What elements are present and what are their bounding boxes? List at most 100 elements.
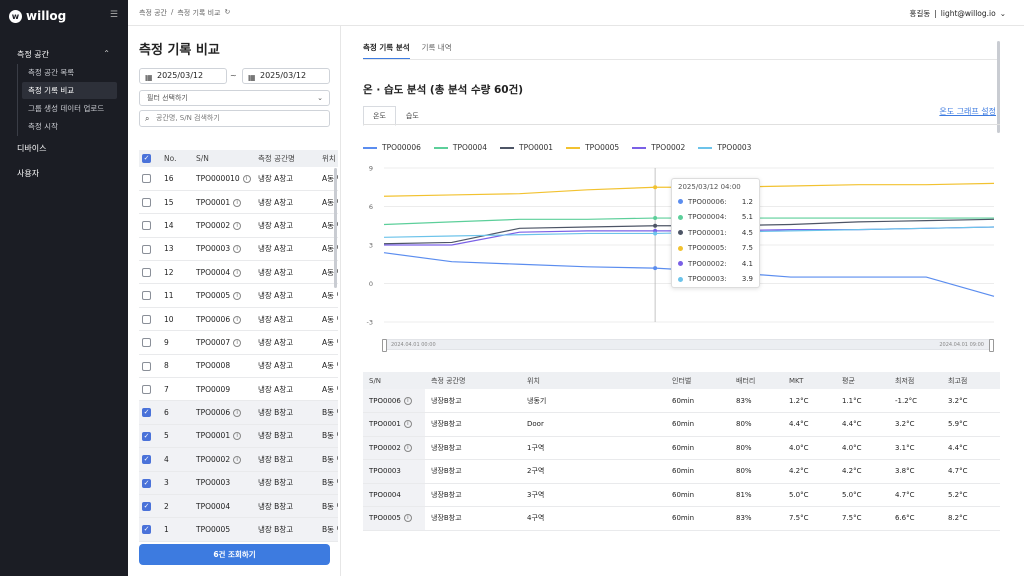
sub-nav: 측정 공간 목록 측정 기록 비교 그룹 생성 데이터 업로드 측정 시작: [17, 64, 117, 136]
legend-item[interactable]: TPO0004: [433, 143, 487, 152]
row-checkbox[interactable]: [142, 244, 151, 254]
row-checkbox[interactable]: [142, 197, 151, 207]
user-menu[interactable]: 홍길동 | light@willog.io ⌄: [910, 8, 1006, 19]
info-icon[interactable]: i: [233, 198, 242, 207]
legend-item[interactable]: TPO00006: [363, 143, 421, 152]
subtab-humidity[interactable]: 습도: [396, 106, 429, 126]
table-row[interactable]: ✓6TPO0006i냉장 B창고B동 냉: [139, 400, 338, 425]
table-row[interactable]: 10TPO0006i냉장 A창고A동 냉: [139, 307, 338, 332]
row-no: 10: [161, 307, 193, 332]
table-row[interactable]: ✓ 1TPO0005 냉장 B창고B동 냉: [139, 517, 338, 542]
row-checkbox[interactable]: [142, 314, 151, 324]
info-icon[interactable]: i: [233, 432, 242, 441]
legend-item[interactable]: TPO0003: [698, 143, 751, 152]
row-checkbox[interactable]: [142, 221, 151, 231]
chevron-up-icon[interactable]: ⌃: [103, 49, 110, 58]
panel-scrollbar[interactable]: [997, 41, 1000, 133]
range-handle-end[interactable]: [989, 339, 994, 352]
stats-min: 6.6°C: [889, 506, 942, 531]
range-handle-start[interactable]: [382, 339, 387, 352]
refresh-icon[interactable]: ↻: [224, 8, 230, 18]
row-sn: TPO0005: [196, 291, 231, 301]
legend-item[interactable]: TPO0001: [499, 143, 553, 152]
table-row[interactable]: 11TPO0005i냉장 A창고A동 냉: [139, 283, 338, 308]
filter-select[interactable]: 필터 선택하기 ⌄: [139, 90, 330, 106]
row-location: B동 냉: [319, 517, 338, 542]
info-icon[interactable]: i: [233, 455, 242, 464]
nav-section-devices[interactable]: 디바이스: [17, 143, 46, 154]
table-row[interactable]: ✓4TPO0002i냉장 B창고B동 냉: [139, 447, 338, 472]
row-checkbox[interactable]: ✓: [142, 408, 151, 418]
info-icon[interactable]: i: [403, 396, 412, 405]
info-icon[interactable]: i: [233, 315, 242, 324]
date-from-input[interactable]: ▦ 2025/03/12: [139, 68, 227, 84]
info-icon[interactable]: i: [233, 338, 242, 347]
row-space: 냉장 B창고: [255, 424, 319, 449]
search-input[interactable]: ⌕ 공간명, S/N 검색하기: [139, 110, 330, 127]
row-checkbox[interactable]: [142, 338, 151, 348]
sidebar-item-group-upload[interactable]: 그룹 생성 데이터 업로드: [18, 100, 117, 117]
info-icon[interactable]: i: [233, 221, 242, 230]
sidebar-item-record-compare[interactable]: 측정 기록 비교: [22, 82, 117, 99]
row-checkbox[interactable]: ✓: [142, 455, 151, 465]
info-icon[interactable]: i: [242, 174, 251, 183]
stats-col-interval: 인터벌: [666, 372, 730, 389]
table-row[interactable]: 8TPO0008 냉장 A창고A동 냉: [139, 354, 338, 379]
table-row[interactable]: 15TPO0001i냉장 A창고A동 냉: [139, 190, 338, 215]
tooltip-dot: [678, 261, 683, 267]
main-tabs: 측정 기록 분석 기록 내역: [363, 42, 452, 60]
date-to-input[interactable]: ▦ 2025/03/12: [242, 68, 330, 84]
table-row[interactable]: 13TPO0003i냉장 A창고A동 냉: [139, 237, 338, 262]
info-icon[interactable]: i: [403, 514, 412, 523]
table-row[interactable]: 14TPO0002i냉장 A창고A동 냉: [139, 213, 338, 238]
row-checkbox[interactable]: [142, 361, 151, 371]
table-scrollbar[interactable]: [334, 168, 337, 288]
collapse-sidebar-icon[interactable]: ☰: [110, 10, 118, 20]
chevron-down-icon[interactable]: ⌄: [1000, 9, 1006, 18]
table-row[interactable]: ✓ 3TPO0003 냉장 B창고B동 냉: [139, 471, 338, 495]
stats-row: TPO0002 i 냉장B창고 1구역 60min 80% 4.0°C 4.0°C 3.1°C 4…: [363, 436, 1000, 460]
row-space: 냉장 B창고: [255, 494, 319, 519]
row-checkbox[interactable]: ✓: [142, 431, 151, 441]
info-icon[interactable]: i: [233, 409, 242, 418]
submit-query-button[interactable]: 6건 조회하기: [139, 544, 330, 565]
sidebar-item-space-list[interactable]: 측정 공간 목록: [18, 64, 117, 81]
stats-col-sn: S/N: [363, 372, 425, 389]
graph-setting-link[interactable]: 온도 그래프 설정: [939, 106, 996, 117]
row-checkbox[interactable]: ✓: [142, 501, 151, 511]
legend-item[interactable]: TPO0005: [566, 143, 619, 152]
sidebar-item-start-measure[interactable]: 측정 시작: [18, 118, 117, 135]
tab-history[interactable]: 기록 내역: [422, 42, 452, 60]
logo[interactable]: w willog: [9, 9, 66, 23]
breadcrumb-item-measure-space[interactable]: 측정 공간: [139, 8, 167, 18]
info-icon[interactable]: i: [233, 268, 242, 277]
row-space: 냉장 A창고: [255, 167, 319, 191]
legend-item[interactable]: TPO0002: [632, 143, 685, 152]
row-checkbox[interactable]: ✓: [142, 525, 151, 535]
row-checkbox[interactable]: [142, 291, 151, 301]
row-checkbox[interactable]: [142, 384, 151, 394]
row-checkbox[interactable]: [142, 174, 151, 184]
row-checkbox[interactable]: ✓: [142, 478, 151, 488]
time-range-slider[interactable]: 2024.04.01 00:00 2024.04.01 09:00: [382, 339, 994, 352]
row-checkbox[interactable]: [142, 268, 151, 277]
subtab-temperature[interactable]: 온도: [363, 106, 396, 126]
nav-section-users[interactable]: 사용자: [17, 168, 39, 179]
tab-analysis[interactable]: 측정 기록 분석: [363, 42, 410, 60]
row-sn: TPO0004: [196, 501, 231, 511]
table-row[interactable]: ✓ 2TPO0004 냉장 B창고B동 냉: [139, 494, 338, 519]
row-space: 냉장 A창고: [255, 354, 319, 379]
select-all-checkbox[interactable]: ✓: [142, 154, 151, 164]
nav-section-measure-space[interactable]: 측정 공간: [17, 49, 49, 60]
row-no: 7: [161, 377, 193, 402]
table-row[interactable]: ✓5TPO0001i냉장 B창고B동 냉: [139, 424, 338, 449]
tooltip-label: TPO00002:: [688, 259, 727, 268]
table-row[interactable]: 9TPO0007i냉장 A창고A동 냉: [139, 330, 338, 355]
info-icon[interactable]: i: [403, 420, 412, 429]
table-row[interactable]: 12TPO0004i냉장 A창고A동 냉: [139, 260, 338, 285]
table-row[interactable]: 7TPO0009 냉장 A창고A동 냉: [139, 377, 338, 402]
info-icon[interactable]: i: [403, 443, 412, 452]
info-icon[interactable]: i: [233, 245, 242, 254]
table-row[interactable]: 16TPO000010i냉장 A창고A동 냉: [139, 167, 338, 191]
info-icon[interactable]: i: [233, 292, 242, 301]
